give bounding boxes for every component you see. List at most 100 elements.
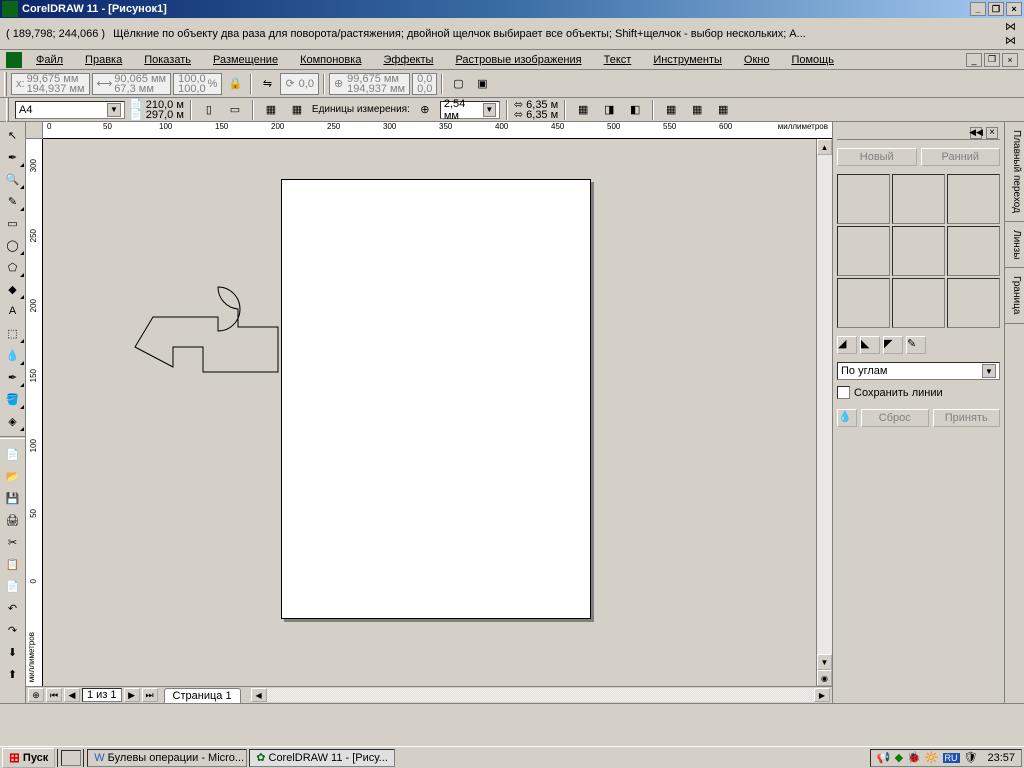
docker-earlier-button[interactable]: Ранний (921, 148, 1001, 166)
menu-bitmaps[interactable]: Растровые изображения (447, 52, 589, 68)
scroll-right-button[interactable]: ▶ (814, 688, 830, 702)
tray-icon[interactable]: ◆ (895, 751, 903, 764)
mdi-close[interactable]: × (1002, 53, 1018, 67)
fill-tool[interactable]: 🪣 (1, 388, 25, 410)
clock[interactable]: 23:57 (987, 752, 1015, 764)
docker-tab-blend[interactable]: Плавный переход (1005, 122, 1024, 222)
snap-btn-2[interactable]: ◨ (598, 99, 620, 121)
reset-button[interactable]: Сброс (861, 409, 929, 427)
menu-window[interactable]: Окно (736, 52, 778, 68)
preset-cell[interactable] (892, 278, 945, 328)
taskbar-task-corel[interactable]: ✿ CorelDRAW 11 - [Рису... (249, 749, 395, 767)
eyedropper-tool[interactable]: 💧 (1, 344, 25, 366)
snap-btn-3[interactable]: ◧ (624, 99, 646, 121)
to-front-button[interactable]: ▢ (447, 73, 469, 95)
first-page-button[interactable]: ⏮ (46, 688, 62, 702)
oy-field[interactable]: 0,0 (417, 84, 432, 94)
menu-tools[interactable]: Инструменты (645, 52, 730, 68)
units-button[interactable]: ⊕ (414, 99, 436, 121)
docker-tab-lens[interactable]: Линзы (1005, 222, 1024, 268)
docker-tab-border[interactable]: Граница (1005, 268, 1024, 323)
grip[interactable] (4, 72, 7, 96)
page-btn-2[interactable]: ▦ (286, 99, 308, 121)
ox-field[interactable]: 0,0 (417, 74, 432, 84)
polygon-tool[interactable]: ⬠ (1, 256, 25, 278)
docker-collapse-icon[interactable]: ◀◀ (970, 127, 982, 139)
start-button[interactable]: ⊞ Пуск (2, 748, 55, 768)
shape-tool[interactable]: ✒ (1, 146, 25, 168)
tray-icon[interactable]: 🔆 (925, 751, 939, 764)
tb-export[interactable]: ⬆ (1, 663, 25, 685)
page-btn-1[interactable]: ▦ (260, 99, 282, 121)
envelope-mode-3[interactable]: ◤ (883, 336, 903, 354)
tray-icon[interactable]: 📢 (877, 751, 891, 764)
portrait-button[interactable]: ▯ (198, 99, 220, 121)
tb-cut[interactable]: ✂ (1, 531, 25, 553)
docker-new-button[interactable]: Новый (837, 148, 917, 166)
pick-tool[interactable]: ↖ (1, 124, 25, 146)
keep-lines-checkbox[interactable] (837, 386, 850, 399)
interactive-tool[interactable]: ⬚ (1, 322, 25, 344)
next-page-button[interactable]: ▶ (124, 688, 140, 702)
tray-icon[interactable]: 🛡 (964, 751, 978, 764)
apply-button[interactable]: Принять (933, 409, 1001, 427)
preset-cell[interactable] (892, 226, 945, 276)
minimize-button[interactable]: _ (970, 2, 986, 16)
menu-view[interactable]: Показать (136, 52, 199, 68)
interactive-fill-tool[interactable]: ◈ (1, 410, 25, 432)
preset-cell[interactable] (837, 174, 890, 224)
canvas-viewport[interactable] (43, 139, 816, 686)
freehand-tool[interactable]: ✎ (1, 190, 25, 212)
horizontal-ruler[interactable]: 0 50 100 150 200 250 300 350 400 450 500… (43, 122, 832, 139)
scroll-down-button[interactable]: ▼ (817, 654, 832, 670)
opt-btn-2[interactable]: ▦ (686, 99, 708, 121)
opt-btn-1[interactable]: ▦ (660, 99, 682, 121)
lang-indicator[interactable]: RU (943, 753, 960, 763)
scroll-left-button[interactable]: ◀ (251, 688, 267, 702)
tb-save[interactable]: 💾 (1, 487, 25, 509)
sy-field[interactable]: 100,0 (178, 84, 206, 94)
horizontal-scrollbar[interactable]: ◀ ▶ (251, 688, 830, 702)
tb-copy[interactable]: 📋 (1, 553, 25, 575)
taskbar-task-word[interactable]: W Булевы операции - Micro... (87, 749, 247, 767)
y-field[interactable]: 194,937 мм (27, 84, 85, 94)
zoom-tool[interactable]: 🔍 (1, 168, 25, 190)
close-button[interactable]: × (1006, 2, 1022, 16)
scroll-nav-button[interactable]: ◉ (817, 670, 832, 686)
opt-btn-3[interactable]: ▦ (712, 99, 734, 121)
tb-import[interactable]: ⬇ (1, 641, 25, 663)
outline-tool[interactable]: ✒ (1, 366, 25, 388)
ruler-corner[interactable] (26, 122, 43, 139)
menu-edit[interactable]: Правка (77, 52, 130, 68)
docker-dropdown[interactable]: По углам ▼ (837, 362, 1000, 380)
preset-cell[interactable] (837, 278, 890, 328)
menu-help[interactable]: Помощь (783, 52, 842, 68)
my-field[interactable]: 194,937 мм (347, 84, 405, 94)
tb-print[interactable]: 🖨 (1, 509, 25, 531)
preset-cell[interactable] (947, 226, 1000, 276)
vertical-scrollbar[interactable]: ▲ ▼ ◉ (816, 139, 832, 686)
to-back-button[interactable]: ▣ (471, 73, 493, 95)
restore-button[interactable]: ❐ (988, 2, 1004, 16)
mx-field[interactable]: 99,675 мм (347, 74, 405, 84)
rot-field[interactable]: 0,0 (299, 78, 314, 90)
ph-field[interactable]: 297,0 м (146, 109, 184, 121)
page-tab[interactable]: Страница 1 (164, 688, 241, 703)
preset-cell[interactable] (947, 174, 1000, 224)
menu-effects[interactable]: Эффекты (375, 52, 441, 68)
menu-layout[interactable]: Размещение (205, 52, 286, 68)
drawing-shape[interactable] (123, 267, 343, 407)
rectangle-tool[interactable]: ▭ (1, 212, 25, 234)
tray-icon[interactable]: 🐞 (907, 751, 921, 764)
tb-open[interactable]: 📂 (1, 465, 25, 487)
quick-launch[interactable] (61, 750, 81, 766)
docker-close-icon[interactable]: × (986, 127, 998, 139)
landscape-button[interactable]: ▭ (224, 99, 246, 121)
prev-page-button[interactable]: ◀ (64, 688, 80, 702)
grip[interactable] (6, 98, 9, 122)
tb-undo[interactable]: ↶ (1, 597, 25, 619)
preset-cell[interactable] (892, 174, 945, 224)
last-page-button[interactable]: ⏭ (142, 688, 158, 702)
vertical-ruler[interactable]: 300 250 200 150 100 50 0 миллиметров (26, 139, 43, 686)
menu-file[interactable]: Файл (28, 52, 71, 68)
